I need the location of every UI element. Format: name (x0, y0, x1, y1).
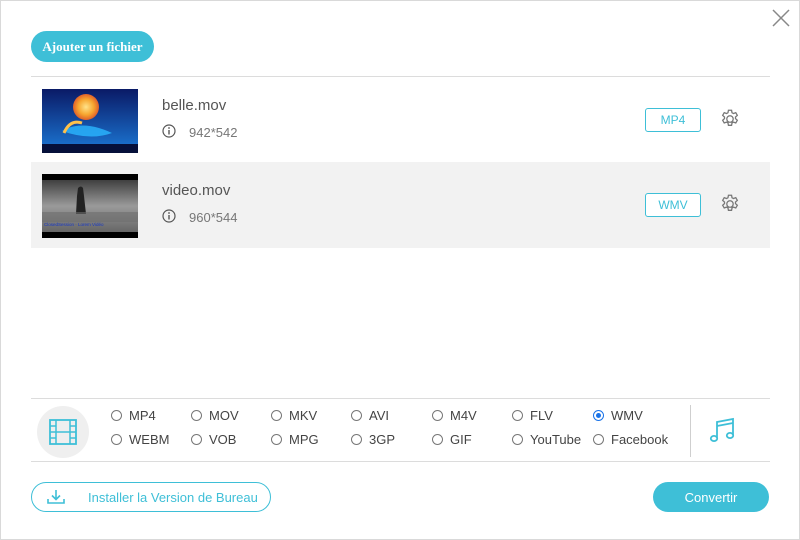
radio-button[interactable] (512, 434, 523, 445)
install-desktop-version-button[interactable]: Installer la Version de Bureau (31, 482, 271, 512)
film-icon (49, 419, 77, 445)
radio-button[interactable] (593, 410, 604, 421)
format-option-label: Facebook (611, 432, 669, 447)
music-note-icon (709, 417, 735, 442)
info-icon[interactable] (162, 124, 176, 138)
install-desktop-version-label: Installer la Version de Bureau (88, 489, 258, 505)
radio-button[interactable] (191, 410, 202, 421)
convert-button[interactable]: Convertir (653, 482, 769, 512)
format-option-mp4[interactable]: MP4 (111, 408, 156, 423)
format-option-youtube[interactable]: YouTube (512, 432, 581, 447)
format-option-mkv[interactable]: MKV (271, 408, 317, 423)
add-file-button[interactable]: Ajouter un fichier (31, 31, 154, 62)
radio-button[interactable] (432, 434, 443, 445)
radio-button[interactable] (111, 434, 122, 445)
file-row: ClosedSession · Lorem Vidéo video.mov 96… (31, 162, 770, 248)
thumbnail-caption: ClosedSession · Lorem Vidéo (44, 222, 104, 227)
close-icon (772, 9, 790, 27)
format-option-label: VOB (209, 432, 237, 447)
video-thumbnail (42, 89, 138, 153)
format-option-m4v[interactable]: M4V (432, 408, 477, 423)
video-format-tab[interactable] (37, 406, 89, 458)
file-name: belle.mov (162, 97, 227, 114)
radio-button[interactable] (593, 434, 604, 445)
output-format-button[interactable]: MP4 (645, 108, 701, 132)
info-icon[interactable] (162, 209, 176, 223)
format-option-flv[interactable]: FLV (512, 408, 553, 423)
close-button[interactable] (770, 7, 792, 29)
format-option-label: MKV (289, 408, 318, 423)
video-thumbnail: ClosedSession · Lorem Vidéo (42, 174, 138, 238)
file-resolution: 942*542 (189, 125, 238, 140)
gear-icon[interactable] (719, 108, 741, 130)
radio-button[interactable] (351, 410, 362, 421)
radio-button[interactable] (351, 434, 362, 445)
radio-button[interactable] (512, 410, 523, 421)
radio-button[interactable] (432, 410, 443, 421)
format-option-mpg[interactable]: MPG (271, 432, 319, 447)
gear-icon[interactable] (719, 193, 741, 215)
format-option-mov[interactable]: MOV (191, 408, 239, 423)
format-option-label: 3GP (369, 432, 396, 447)
format-panel-bottom-divider (31, 461, 770, 462)
format-option-label: YouTube (530, 432, 582, 447)
format-option-webm[interactable]: WEBM (111, 432, 169, 447)
file-row: belle.mov 942*542 MP4 (31, 77, 770, 163)
download-icon (47, 490, 65, 504)
format-option-wmv[interactable]: WMV (593, 408, 643, 423)
converter-dialog: Ajouter un fichier belle.mov 942*542 MP4… (0, 0, 800, 540)
format-option-3gp[interactable]: 3GP (351, 432, 395, 447)
file-name: video.mov (162, 182, 231, 199)
format-option-label: MOV (209, 408, 239, 423)
radio-button[interactable] (111, 410, 122, 421)
output-format-button[interactable]: WMV (645, 193, 701, 217)
format-option-gif[interactable]: GIF (432, 432, 472, 447)
format-option-label: GIF (450, 432, 472, 447)
file-resolution: 960*544 (189, 210, 238, 225)
format-option-label: MP4 (129, 408, 156, 423)
format-option-label: WMV (611, 408, 643, 423)
audio-format-tab[interactable] (707, 416, 737, 446)
format-option-label: MPG (289, 432, 319, 447)
format-panel-vertical-divider (690, 405, 691, 457)
format-option-label: AVI (369, 408, 389, 423)
radio-button[interactable] (191, 434, 202, 445)
format-panel-top-divider (31, 398, 770, 399)
format-option-vob[interactable]: VOB (191, 432, 236, 447)
radio-button[interactable] (271, 410, 282, 421)
radio-button[interactable] (271, 434, 282, 445)
format-option-facebook[interactable]: Facebook (593, 432, 668, 447)
format-option-label: M4V (450, 408, 477, 423)
format-option-label: WEBM (129, 432, 170, 447)
format-option-label: FLV (530, 408, 553, 423)
format-option-avi[interactable]: AVI (351, 408, 389, 423)
